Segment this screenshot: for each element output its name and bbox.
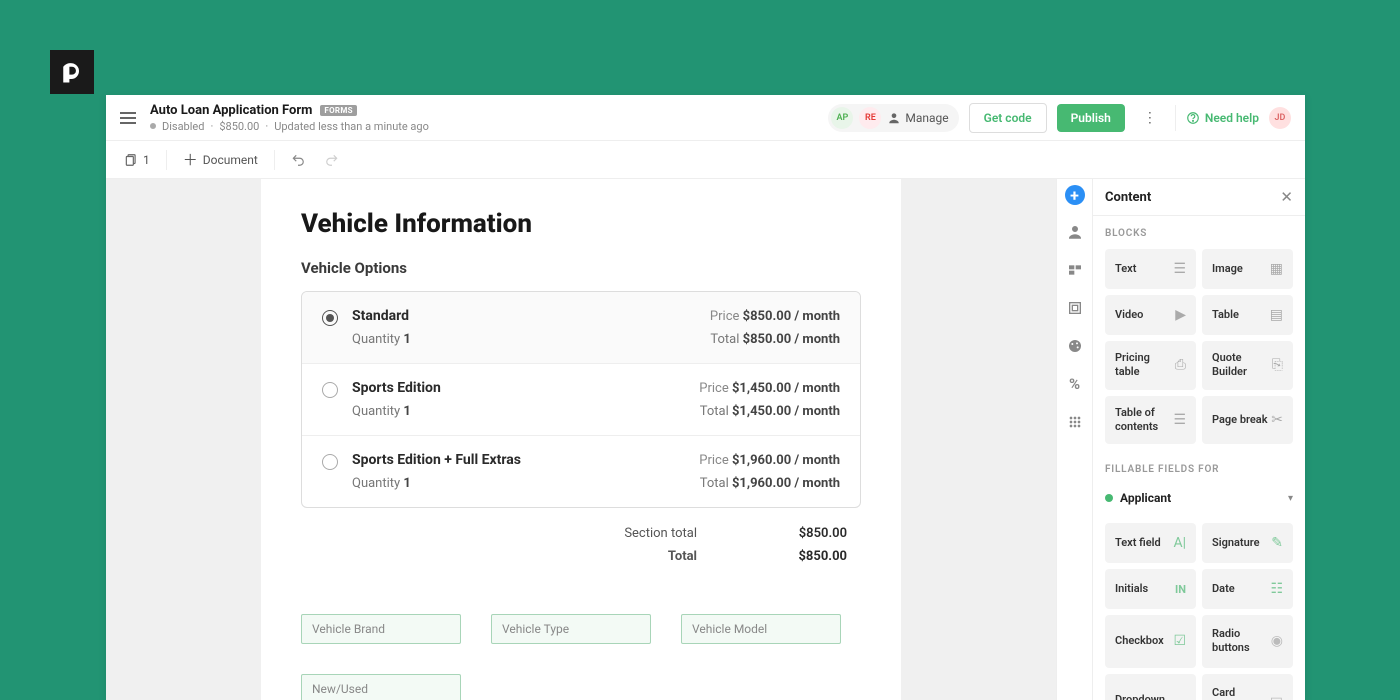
chevron-down-icon: ▾ [1288, 493, 1293, 504]
pagebreak-icon: ✂ [1271, 412, 1283, 428]
help-link[interactable]: Need help [1186, 111, 1259, 125]
radio-icon [322, 454, 338, 470]
panel-title: Content [1105, 190, 1151, 205]
get-code-button[interactable]: Get code [969, 103, 1047, 133]
content-panel: Content ✕ BLOCKS Text☰ Image▦ Video▶ Tab… [1092, 179, 1305, 700]
layout-button[interactable] [1064, 297, 1086, 319]
close-icon[interactable]: ✕ [1280, 188, 1293, 206]
brand-logo [50, 50, 94, 94]
block-image[interactable]: Image▦ [1202, 249, 1293, 289]
field-signature[interactable]: Signature✎ [1202, 523, 1293, 563]
variables-button[interactable] [1064, 259, 1086, 281]
field-date[interactable]: Date☷ [1202, 569, 1293, 609]
user-avatar[interactable]: JD [1269, 107, 1291, 129]
field-checkbox[interactable]: Checkbox☑ [1105, 615, 1196, 668]
initials-icon: IN [1175, 583, 1186, 596]
undo-button[interactable] [287, 149, 309, 171]
recipients-button[interactable] [1064, 221, 1086, 243]
manage-link: Manage [887, 111, 948, 125]
block-video[interactable]: Video▶ [1105, 295, 1196, 335]
field-card[interactable]: Card details▭ [1202, 674, 1293, 700]
fillable-label: FILLABLE FIELDS FOR [1105, 464, 1293, 475]
app-window: Auto Loan Application Form FORMS Disable… [106, 95, 1305, 700]
status-dot-icon [1105, 494, 1113, 502]
block-pricing-table[interactable]: Pricing table⎙ [1105, 341, 1196, 390]
section-heading: Vehicle Information [301, 209, 861, 239]
option-sports-extras[interactable]: Sports Edition + Full ExtrasPrice $1,960… [302, 436, 860, 507]
pricing-icon: ⎙ [1175, 357, 1186, 373]
pages-button[interactable]: 1 [120, 149, 154, 171]
top-bar: Auto Loan Application Form FORMS Disable… [106, 95, 1305, 141]
menu-button[interactable] [120, 112, 136, 124]
redo-button[interactable] [321, 149, 343, 171]
image-icon: ▦ [1270, 261, 1283, 277]
card-icon: ▭ [1270, 692, 1283, 700]
block-table[interactable]: Table▤ [1202, 295, 1293, 335]
add-document-button[interactable]: ＋ Document [179, 145, 262, 174]
date-icon: ☷ [1270, 581, 1283, 597]
table-icon: ▤ [1270, 307, 1283, 323]
document-page: Vehicle Information Vehicle Options Stan… [261, 179, 901, 700]
blocks-label: BLOCKS [1105, 228, 1293, 239]
option-standard[interactable]: StandardPrice $850.00 / month Quantity 1… [302, 292, 860, 364]
radio-icon: ◉ [1271, 633, 1283, 649]
block-page-break[interactable]: Page break✂ [1202, 396, 1293, 445]
dropdown-icon: ⌄ [1174, 692, 1186, 700]
text-icon: ☰ [1173, 261, 1186, 277]
radio-icon [322, 382, 338, 398]
field-vehicle-type[interactable]: Vehicle Type [491, 614, 651, 644]
field-vehicle-model[interactable]: Vehicle Model [681, 614, 841, 644]
apps-button[interactable] [1064, 411, 1086, 433]
checkbox-icon: ☑ [1173, 633, 1186, 649]
field-new-used[interactable]: New/Used [301, 674, 461, 700]
signature-icon: ✎ [1271, 535, 1283, 551]
avatar: AP [831, 107, 853, 129]
textfield-icon: A| [1173, 535, 1186, 551]
field-radio[interactable]: Radio buttons◉ [1202, 615, 1293, 668]
block-quote-builder[interactable]: Quote Builder⎘ [1202, 341, 1293, 390]
toc-icon: ☰ [1173, 412, 1186, 428]
quote-icon: ⎘ [1272, 357, 1283, 373]
publish-button[interactable]: Publish [1057, 104, 1125, 132]
block-text[interactable]: Text☰ [1105, 249, 1196, 289]
video-icon: ▶ [1175, 307, 1186, 323]
field-initials[interactable]: InitialsIN [1105, 569, 1196, 609]
field-vehicle-brand[interactable]: Vehicle Brand [301, 614, 461, 644]
avatar: RE [859, 107, 881, 129]
tool-rail: + % [1056, 179, 1092, 700]
vehicle-options-list: StandardPrice $850.00 / month Quantity 1… [301, 291, 861, 508]
field-dropdown[interactable]: Dropdown⌄ [1105, 674, 1196, 700]
recipient-selector[interactable]: Applicant ▾ [1105, 485, 1293, 511]
forms-badge: FORMS [320, 105, 356, 116]
document-meta: Disabled· $850.00· Updated less than a m… [150, 120, 429, 133]
radio-icon [322, 310, 338, 326]
options-subheading: Vehicle Options [301, 259, 861, 277]
option-sports[interactable]: Sports EditionPrice $1,450.00 / month Qu… [302, 364, 860, 436]
design-button[interactable] [1064, 335, 1086, 357]
more-menu[interactable]: ⋮ [1135, 106, 1165, 130]
editor-canvas[interactable]: Vehicle Information Vehicle Options Stan… [106, 179, 1056, 700]
document-title[interactable]: Auto Loan Application Form [150, 103, 312, 118]
add-content-button[interactable]: + [1065, 185, 1085, 205]
block-toc[interactable]: Table of contents☰ [1105, 396, 1196, 445]
collaborators[interactable]: AP RE Manage [828, 104, 958, 132]
percent-button[interactable]: % [1064, 373, 1086, 395]
secondary-toolbar: 1 ＋ Document [106, 141, 1305, 179]
field-text[interactable]: Text fieldA| [1105, 523, 1196, 563]
